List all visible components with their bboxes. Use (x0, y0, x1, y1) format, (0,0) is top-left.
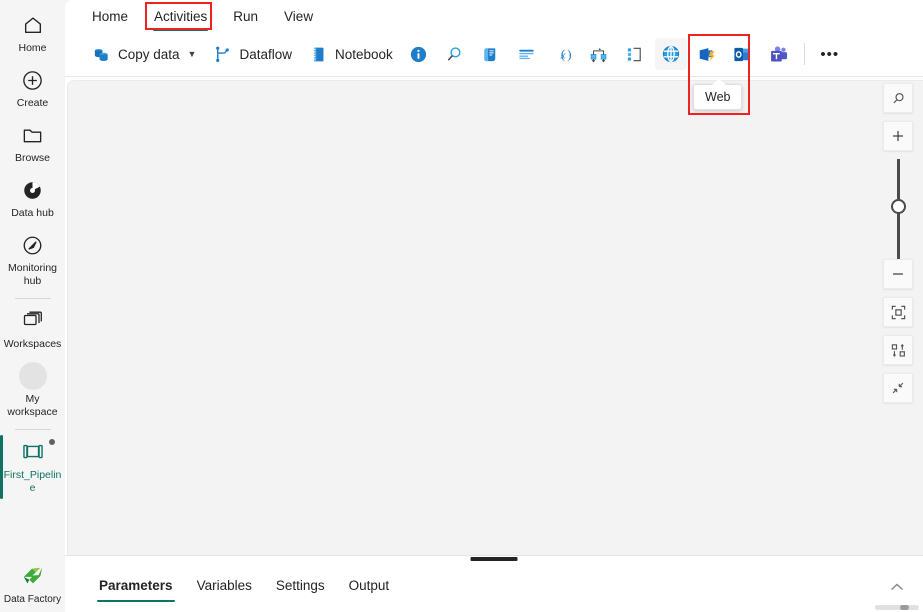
get-metadata-icon[interactable] (403, 38, 435, 70)
tab-output[interactable]: Output (337, 565, 402, 604)
left-nav-sidebar: Home Create Browse Data hub Monitoring h… (0, 0, 65, 612)
menu-tab-activities[interactable]: Activities (141, 9, 220, 32)
monitoring-hub-icon (19, 231, 47, 259)
copy-data-icon (91, 44, 111, 64)
sidebar-label-data-factory: Data Factory (3, 594, 62, 605)
panel-drag-handle[interactable] (470, 557, 518, 561)
sidebar-label-my-workspace: My workspace (7, 393, 58, 418)
notebook-label: Notebook (335, 46, 393, 62)
pipeline-canvas-wrap (65, 77, 923, 555)
outlook-icon[interactable] (727, 38, 759, 70)
sidebar-divider-1 (14, 298, 51, 299)
set-variable-icon[interactable]: ( x ) (547, 38, 579, 70)
sidebar-label-data-hub: Data hub (11, 207, 54, 219)
web-tooltip: Web (693, 79, 743, 110)
folder-icon (19, 121, 47, 149)
activities-toolbar: Copy data ▼ Dataflow Notebook (x) ••• (65, 32, 923, 77)
notebook-button[interactable]: Notebook (300, 38, 401, 70)
sidebar-item-monitoring-hub[interactable]: Monitoring hub (0, 226, 65, 294)
menu-tab-home[interactable]: Home (79, 9, 141, 32)
if-condition-icon[interactable] (619, 38, 651, 70)
sidebar-divider-2 (14, 429, 51, 430)
copy-data-label: Copy data (118, 46, 180, 62)
sidebar-footer[interactable]: Data Factory (0, 562, 65, 606)
panel-splitter[interactable] (65, 555, 923, 565)
sidebar-label-browse: Browse (14, 152, 50, 164)
data-factory-icon (19, 562, 47, 590)
switch-icon[interactable] (583, 38, 615, 70)
zoom-out-icon[interactable] (883, 259, 913, 289)
sidebar-label-first-pipeline: First_Pipeline (3, 469, 62, 494)
zoom-slider-thumb[interactable] (890, 199, 906, 214)
delete-data-icon[interactable] (511, 38, 543, 70)
copy-data-button[interactable]: Copy data ▼ (83, 38, 204, 70)
sidebar-label-home: Home (18, 42, 47, 54)
azure-function-icon[interactable] (691, 38, 723, 70)
collapse-panel-chevron-up-icon[interactable] (885, 577, 909, 597)
overflow-more-button[interactable]: ••• (814, 38, 846, 70)
sidebar-item-workspaces[interactable]: Workspaces (0, 302, 65, 357)
sidebar-label-workspaces: Workspaces (3, 338, 62, 350)
properties-bottom-panel: Parameters Variables Settings Output (65, 565, 923, 612)
collapse-canvas-icon[interactable] (883, 373, 913, 403)
home-icon (19, 11, 47, 39)
sidebar-label-create: Create (16, 97, 49, 109)
tab-parameters[interactable]: Parameters (87, 565, 185, 604)
data-hub-icon (19, 176, 47, 204)
sidebar-item-create[interactable]: Create (0, 61, 65, 116)
unsaved-status-dot (49, 439, 55, 445)
avatar-icon (18, 362, 47, 390)
menu-tab-run[interactable]: Run (220, 9, 271, 32)
zoom-slider[interactable] (883, 159, 913, 259)
zoom-in-icon[interactable] (883, 121, 913, 151)
horizontal-scrollbar[interactable] (875, 605, 919, 610)
sidebar-item-home[interactable]: Home (0, 6, 65, 61)
teams-icon[interactable] (763, 38, 795, 70)
lookup-icon[interactable] (439, 38, 471, 70)
tab-settings[interactable]: Settings (264, 565, 337, 604)
canvas-zoom-toolbar (883, 83, 913, 411)
zoom-search-icon[interactable] (883, 83, 913, 113)
dataflow-icon (212, 44, 232, 64)
chevron-down-icon[interactable]: ▼ (188, 49, 197, 59)
script-icon[interactable] (475, 38, 507, 70)
main-content-area: Home Activities Run View Copy data ▼ Dat… (65, 0, 923, 612)
zoom-slider-track[interactable] (890, 159, 906, 259)
fabric-data-factory-app: Home Create Browse Data hub Monitoring h… (0, 0, 923, 612)
fit-to-screen-icon[interactable] (883, 297, 913, 327)
dataflow-label: Dataflow (239, 46, 292, 62)
sidebar-item-my-workspace[interactable]: My workspace (0, 357, 65, 425)
menu-tab-view[interactable]: View (271, 9, 326, 32)
pipeline-canvas[interactable] (67, 80, 923, 555)
sidebar-item-browse[interactable]: Browse (0, 116, 65, 171)
notebook-icon (308, 44, 328, 64)
ribbon-menubar: Home Activities Run View (65, 0, 923, 32)
active-indicator-bar (0, 435, 3, 499)
web-button[interactable] (654, 38, 687, 70)
tab-variables[interactable]: Variables (185, 565, 264, 604)
auto-layout-icon[interactable] (883, 335, 913, 365)
sidebar-item-data-hub[interactable]: Data hub (0, 171, 65, 226)
dataflow-button[interactable]: Dataflow (204, 38, 300, 70)
plus-circle-icon (19, 66, 47, 94)
svg-text:): ) (554, 47, 571, 61)
sidebar-label-monitoring-hub: Monitoring hub (7, 262, 58, 287)
toolbar-divider (803, 43, 805, 65)
sidebar-item-first-pipeline[interactable]: First_Pipeline (0, 433, 65, 501)
pipeline-icon (19, 438, 47, 466)
workspaces-icon (19, 307, 47, 335)
